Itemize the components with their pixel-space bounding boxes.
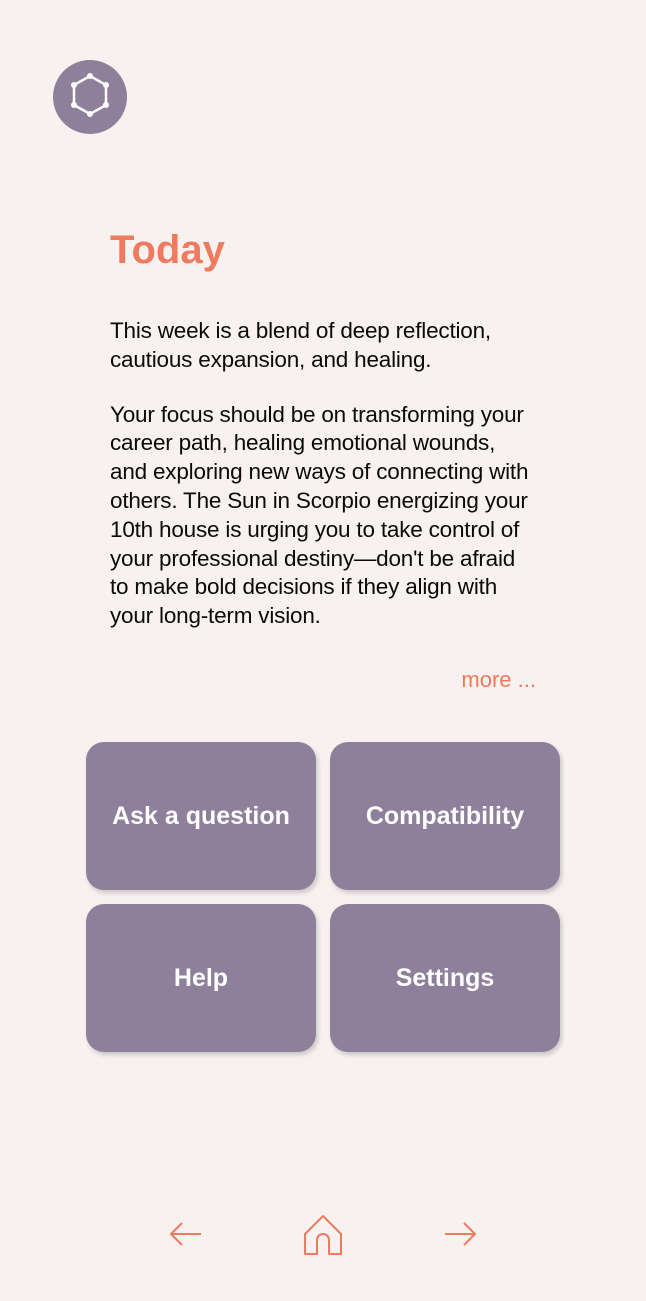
nav-back-button[interactable] [168,1220,204,1253]
nav-forward-button[interactable] [442,1220,478,1253]
bottom-navigation [0,1212,646,1261]
app-logo-badge[interactable] [53,60,127,134]
home-icon [299,1212,347,1261]
settings-button[interactable]: Settings [330,904,560,1052]
tile-label: Settings [396,964,495,993]
tile-label: Help [174,964,228,993]
help-button[interactable]: Help [86,904,316,1052]
arrow-left-icon [168,1220,204,1253]
page-title: Today [110,228,536,273]
tile-label: Ask a question [112,802,290,831]
ask-question-button[interactable]: Ask a question [86,742,316,890]
horoscope-intro: This week is a blend of deep reflection,… [110,317,536,375]
more-link[interactable]: more ... [110,667,536,693]
horoscope-body: Your focus should be on transforming you… [110,401,536,631]
action-tiles-grid: Ask a question Compatibility Help Settin… [86,742,560,1052]
nav-home-button[interactable] [299,1212,347,1261]
arrow-right-icon [442,1220,478,1253]
compatibility-button[interactable]: Compatibility [330,742,560,890]
hexagon-nodes-icon [67,72,113,123]
tile-label: Compatibility [366,802,524,831]
main-content: Today This week is a blend of deep refle… [110,228,536,693]
